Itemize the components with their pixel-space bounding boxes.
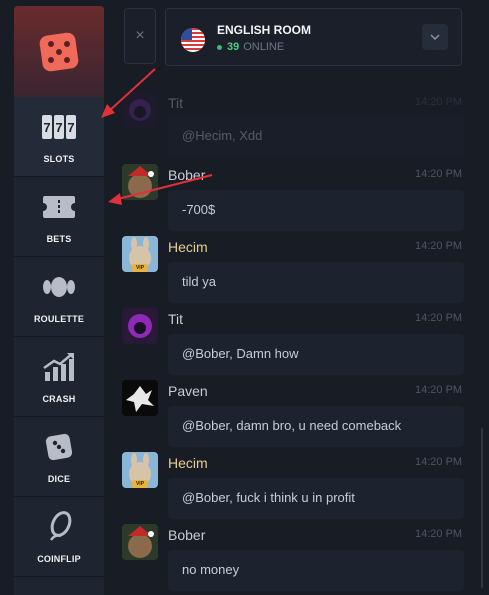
close-chat-button[interactable]: × (124, 8, 156, 64)
ticket-icon (39, 190, 79, 224)
username[interactable]: Hecim (168, 239, 208, 255)
username[interactable]: Bober (168, 167, 205, 183)
online-label: ONLINE (243, 41, 285, 53)
chat-message: Tit 14:20 PM @Bober, Damn how (122, 308, 472, 378)
online-count: 39 (227, 41, 240, 53)
sidebar-item-label: COINFLIP (37, 553, 81, 564)
sidebar-item-coinflip[interactable]: COINFLIP (14, 497, 104, 577)
sidebar-item-roulette[interactable]: ROULETTE (14, 257, 104, 337)
dice-logo-icon (39, 32, 79, 71)
sidebar-item-crash[interactable]: CRASH (14, 337, 104, 417)
chat-scrollbar[interactable] (481, 428, 483, 588)
sidebar-item-dice[interactable]: DICE (14, 417, 104, 497)
chevron-down-icon (430, 34, 440, 40)
avatar[interactable] (122, 524, 158, 560)
online-dot-icon (217, 44, 222, 50)
svg-text:7: 7 (55, 120, 62, 135)
message-text: @Bober, Damn how (168, 334, 464, 375)
avatar[interactable] (122, 380, 158, 416)
avatar[interactable] (122, 308, 158, 344)
timestamp: 14:20 PM (415, 240, 463, 252)
us-flag-icon (181, 28, 205, 52)
message-text: @Hecim, Xdd (168, 116, 464, 157)
chart-up-icon (39, 350, 79, 384)
room-title: ENGLISH ROOM (217, 23, 312, 37)
avatar[interactable] (122, 164, 158, 200)
sidebar-item-label: SLOTS (43, 153, 75, 164)
username[interactable]: Tit (168, 311, 183, 327)
username[interactable]: Bober (168, 527, 205, 543)
online-status: 39 ONLINE (217, 41, 284, 53)
chat-message: Bober 14:20 PM no money (122, 524, 472, 594)
sidebar: 7 7 7 SLOTS BETS ROULETTE CRASH DICE COI… (14, 6, 104, 595)
dice-icon (39, 430, 79, 464)
svg-text:7: 7 (43, 120, 50, 135)
slot-machine-icon: 7 7 7 (39, 110, 79, 144)
timestamp: 14:20 PM (415, 312, 463, 324)
chat-message: Tit 14:20 PM @Hecim, Xdd (122, 92, 472, 157)
app-root: 7 7 7 SLOTS BETS ROULETTE CRASH DICE COI… (0, 0, 489, 595)
chat-message: VIP Hecim 14:20 PM tild ya (122, 236, 472, 306)
timestamp: 14:20 PM (415, 96, 463, 108)
sidebar-item-label: BETS (46, 233, 72, 244)
avatar[interactable] (122, 92, 158, 128)
chat-message: Bober 14:20 PM -700$ (122, 164, 472, 234)
roulette-icon (39, 270, 79, 304)
room-dropdown-button[interactable] (422, 24, 448, 50)
svg-text:7: 7 (67, 120, 74, 135)
vip-badge: VIP (132, 264, 148, 272)
sidebar-item-bets[interactable]: BETS (14, 177, 104, 257)
room-selector[interactable]: ENGLISH ROOM 39 ONLINE (165, 8, 462, 66)
timestamp: 14:20 PM (415, 384, 463, 396)
username[interactable]: Paven (168, 383, 208, 399)
message-text: -700$ (168, 190, 464, 231)
sidebar-item-label: CRASH (42, 393, 76, 404)
close-icon: × (135, 27, 145, 44)
sidebar-item-label: ROULETTE (33, 313, 85, 324)
message-text: @Bober, fuck i think u in profit (168, 478, 464, 519)
coin-icon (39, 510, 79, 544)
vip-badge: VIP (132, 480, 148, 488)
message-text: tild ya (168, 262, 464, 303)
sidebar-item-label: DICE (47, 473, 71, 484)
timestamp: 14:20 PM (415, 528, 463, 540)
sidebar-item-slots[interactable]: 7 7 7 SLOTS (14, 97, 104, 177)
chat-message: Paven 14:20 PM @Bober, damn bro, u need … (122, 380, 472, 450)
timestamp: 14:20 PM (415, 456, 463, 468)
chat-message: VIP Hecim 14:20 PM @Bober, fuck i think … (122, 452, 472, 522)
message-text: @Bober, damn bro, u need comeback (168, 406, 464, 447)
message-text: no money (168, 550, 464, 591)
username[interactable]: Tit (168, 95, 183, 111)
arrow-head-icon (108, 193, 122, 205)
username[interactable]: Hecim (168, 455, 208, 471)
timestamp: 14:20 PM (415, 168, 463, 180)
logo[interactable] (14, 6, 104, 97)
